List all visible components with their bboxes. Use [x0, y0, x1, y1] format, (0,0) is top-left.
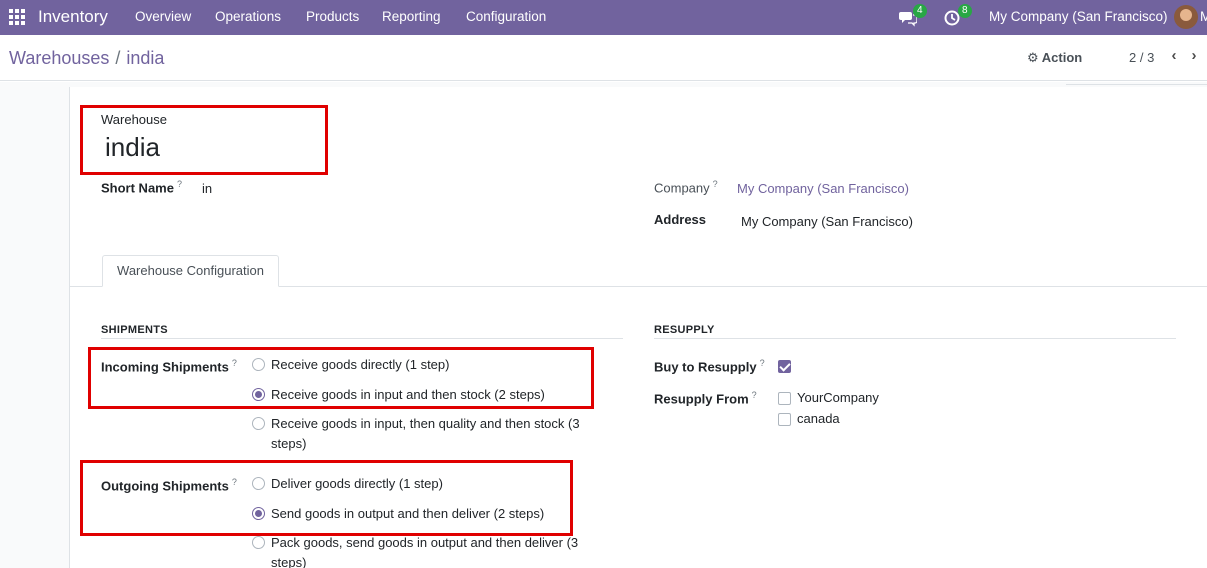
annotation-highlight-box — [80, 460, 573, 536]
breadcrumb-parent[interactable]: Warehouses — [9, 48, 109, 68]
divider — [1066, 84, 1207, 85]
chevron-right-icon: › — [1191, 47, 1197, 64]
buy-to-resupply-checkbox[interactable] — [778, 360, 791, 373]
activities-count-badge: 8 — [958, 4, 972, 18]
buy-to-resupply-label: Buy to Resupply? — [654, 358, 765, 375]
resupply-from-checkbox-canada[interactable] — [778, 413, 791, 426]
company-label: Company? — [654, 179, 718, 196]
messages-button[interactable]: 4 — [899, 4, 929, 29]
resupply-from-label-canada: canada — [797, 411, 840, 426]
incoming-option-3-label: Receive goods in input, then quality and… — [271, 416, 580, 451]
top-navbar: Inventory Overview Operations Products R… — [0, 0, 1207, 35]
breadcrumb-separator: / — [115, 48, 121, 68]
resupply-section-rule — [654, 338, 1176, 339]
resupply-from-checkbox-yourcompany[interactable] — [778, 392, 791, 405]
menu-operations[interactable]: Operations — [215, 9, 281, 24]
menu-reporting[interactable]: Reporting — [382, 9, 441, 24]
app-name[interactable]: Inventory — [38, 7, 108, 27]
activities-button[interactable]: 8 — [944, 4, 974, 29]
pager-previous-button[interactable]: ‹ — [1166, 47, 1182, 65]
annotation-highlight-box — [88, 347, 594, 409]
shipments-section-rule — [101, 338, 623, 339]
address-field[interactable]: My Company (San Francisco) — [741, 214, 913, 229]
short-name-label: Short Name? — [101, 179, 182, 196]
action-menu-button[interactable]: ⚙ Action — [1027, 50, 1082, 66]
company-field[interactable]: My Company (San Francisco) — [737, 181, 909, 196]
user-name[interactable]: M — [1200, 9, 1207, 24]
short-name-field[interactable]: in — [202, 181, 212, 196]
radio-button[interactable] — [252, 536, 265, 549]
resupply-from-label: Resupply From? — [654, 390, 757, 407]
menu-products[interactable]: Products — [306, 9, 359, 24]
menu-overview[interactable]: Overview — [135, 9, 191, 24]
pager-next-button[interactable]: › — [1186, 47, 1202, 65]
company-switcher[interactable]: My Company (San Francisco) — [989, 9, 1168, 24]
resupply-from-label-yourcompany: YourCompany — [797, 390, 879, 405]
messages-count-badge: 4 — [913, 4, 927, 18]
annotation-highlight-box — [80, 105, 328, 175]
gear-icon: ⚙ — [1027, 50, 1039, 65]
user-avatar[interactable] — [1174, 5, 1198, 29]
resupply-section-title: RESUPPLY — [654, 324, 715, 336]
outgoing-option-3-label: Pack goods, send goods in output and the… — [271, 535, 579, 568]
pager-value[interactable]: 2 / 3 — [1129, 50, 1154, 65]
outgoing-option-3[interactable]: Pack goods, send goods in output and the… — [252, 533, 597, 568]
menu-configuration[interactable]: Configuration — [466, 9, 546, 24]
radio-button[interactable] — [252, 417, 265, 430]
address-label: Address — [654, 212, 707, 227]
tab-warehouse-configuration[interactable]: Warehouse Configuration — [102, 255, 279, 287]
breadcrumb-current: india — [126, 48, 165, 68]
shipments-section-title: SHIPMENTS — [101, 324, 168, 336]
action-label: Action — [1041, 50, 1083, 65]
chevron-left-icon: ‹ — [1171, 47, 1177, 64]
control-panel: Warehouses / india ⚙ Action 2 / 3 ‹ › — [0, 35, 1207, 81]
incoming-option-3[interactable]: Receive goods in input, then quality and… — [252, 414, 597, 454]
apps-grid-icon[interactable] — [9, 9, 25, 25]
breadcrumb: Warehouses / india — [9, 48, 164, 69]
